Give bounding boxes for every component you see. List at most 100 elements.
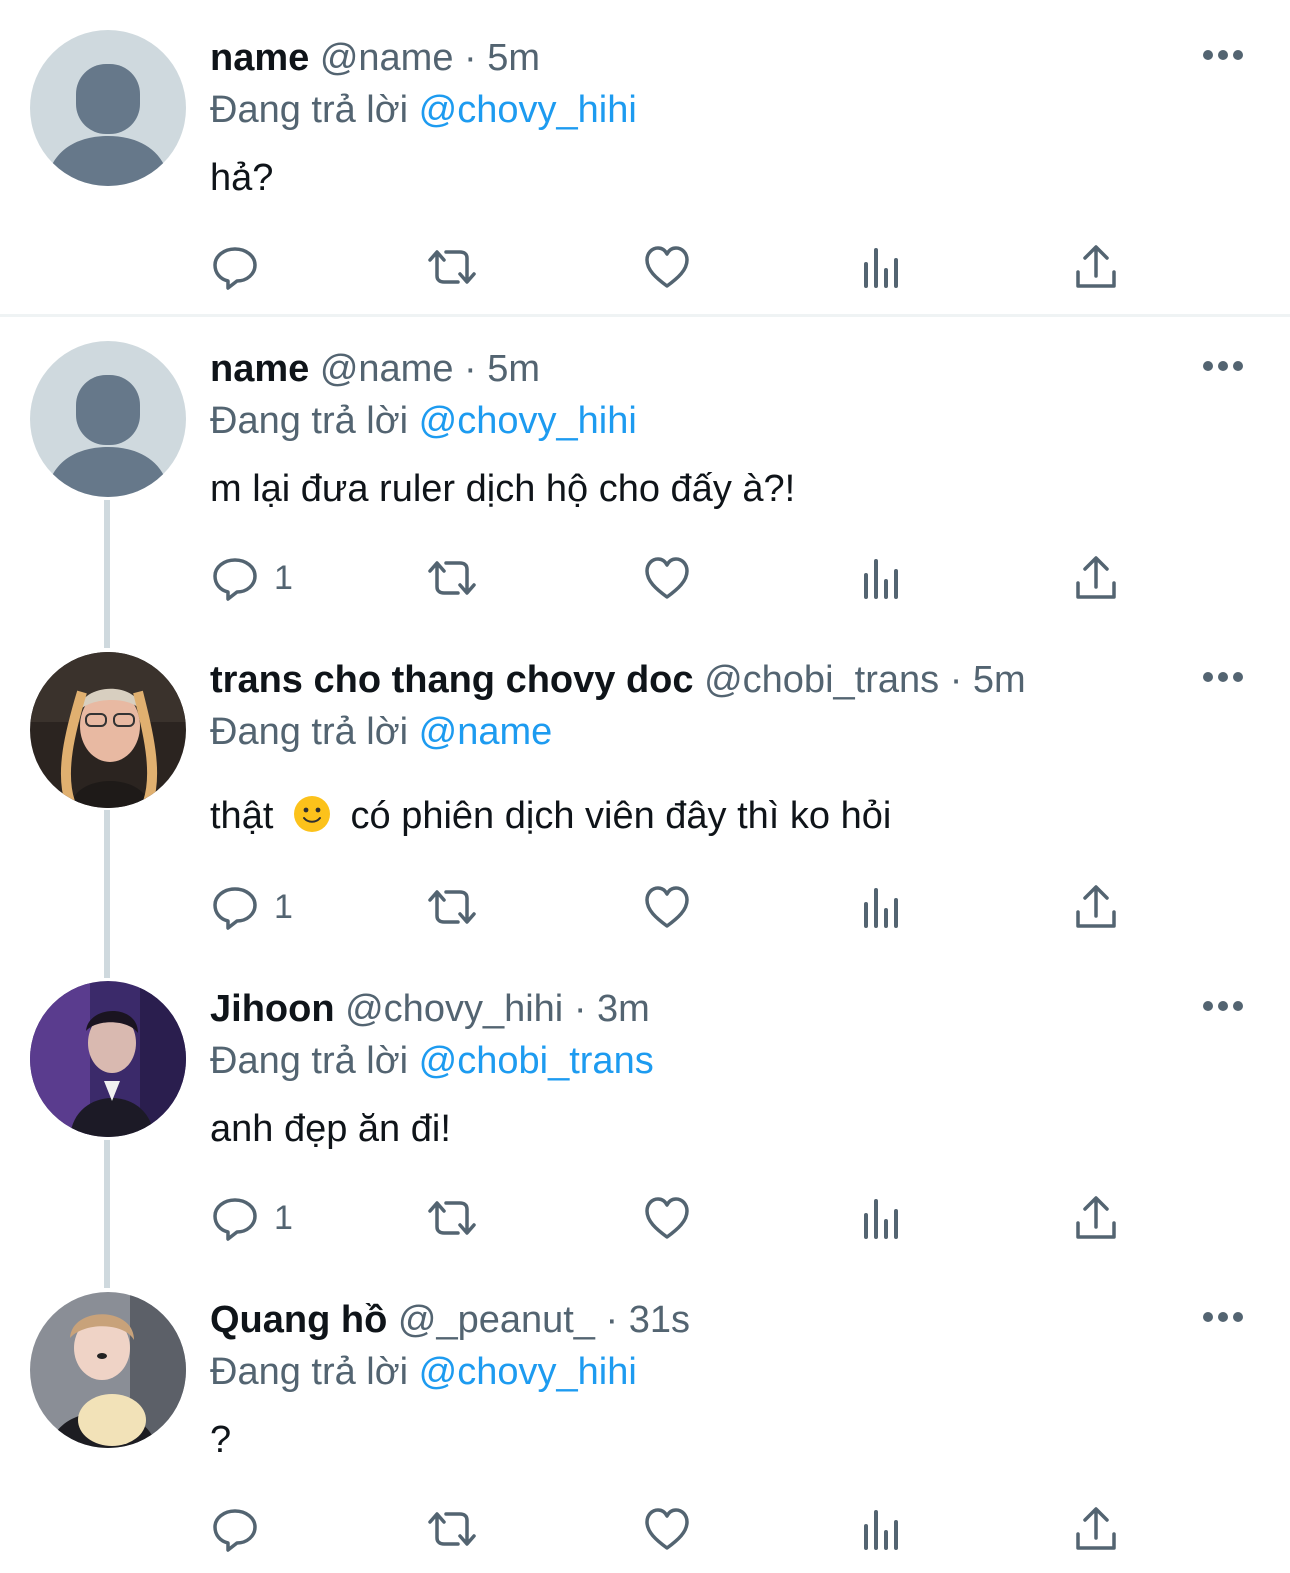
tweet-text: thật có phiên dịch viên đây thì ko hỏi	[210, 792, 891, 840]
like-button[interactable]	[642, 1188, 692, 1248]
views-icon	[864, 1199, 898, 1239]
replying-to: Đang trả lời @chovy_hihi	[210, 1348, 637, 1396]
reply-count: 1	[274, 1198, 293, 1237]
replying-to-label: Đang trả lời	[210, 1040, 409, 1082]
reply-button[interactable]	[210, 237, 274, 297]
user-avatar[interactable]	[30, 981, 186, 1137]
reply-icon	[213, 887, 257, 930]
user-handle[interactable]: @name	[320, 37, 454, 79]
thread-line-4-5	[104, 1140, 110, 1288]
like-button[interactable]	[642, 877, 692, 937]
action-bar	[210, 237, 1150, 297]
retweet-button[interactable]	[424, 548, 480, 608]
reply-icon	[213, 558, 257, 601]
more-options-icon[interactable]	[1200, 351, 1246, 381]
share-button[interactable]	[1074, 548, 1118, 608]
user-handle[interactable]: @chobi_trans	[704, 659, 939, 701]
tweet-header: name @name · 5m	[210, 34, 540, 82]
separator-dot: ·	[464, 37, 477, 79]
display-name[interactable]: name	[210, 348, 309, 390]
timestamp[interactable]: 31s	[629, 1299, 690, 1341]
share-icon	[1076, 1507, 1116, 1550]
like-button[interactable]	[642, 1499, 692, 1559]
action-bar: 1	[210, 877, 1150, 937]
reply-count: 1	[274, 558, 293, 597]
user-avatar[interactable]	[30, 652, 186, 808]
reply-count: 1	[274, 887, 293, 926]
retweet-icon	[428, 1201, 476, 1235]
tweet-text: hả?	[210, 157, 274, 199]
display-name[interactable]: Jihoon	[210, 988, 335, 1030]
display-name[interactable]: name	[210, 37, 309, 79]
thread-line-3-4	[104, 810, 110, 978]
retweet-button[interactable]	[424, 1499, 480, 1559]
more-options-icon[interactable]	[1200, 991, 1246, 1021]
action-bar	[210, 1499, 1150, 1559]
replying-to: Đang trả lời @name	[210, 708, 552, 756]
reply-icon	[213, 247, 257, 290]
mention-link[interactable]: @chovy_hihi	[419, 400, 637, 442]
replying-to: Đang trả lời @chovy_hihi	[210, 397, 637, 445]
tweet-header: name @name · 5m	[210, 345, 540, 393]
tweet-text-part: thật	[210, 795, 274, 837]
timestamp[interactable]: 3m	[597, 988, 650, 1030]
timestamp[interactable]: 5m	[487, 37, 540, 79]
more-options-icon[interactable]	[1200, 40, 1246, 70]
views-button[interactable]	[860, 877, 904, 937]
user-handle[interactable]: @_peanut_	[398, 1299, 595, 1341]
views-icon	[864, 559, 898, 599]
retweet-button[interactable]	[424, 1188, 480, 1248]
mention-link[interactable]: @chovy_hihi	[419, 89, 637, 131]
share-button[interactable]	[1074, 1499, 1118, 1559]
timestamp[interactable]: 5m	[973, 659, 1026, 701]
share-button[interactable]	[1074, 877, 1118, 937]
tweet-text: ?	[210, 1419, 232, 1461]
views-icon	[864, 248, 898, 288]
views-button[interactable]	[860, 1499, 904, 1559]
display-name[interactable]: Quang hồ	[210, 1299, 387, 1341]
action-bar: 1	[210, 1188, 1150, 1248]
like-icon	[645, 886, 689, 928]
reply-icon	[213, 1509, 257, 1552]
reply-button[interactable]: 1	[210, 548, 293, 608]
replying-to: Đang trả lời @chovy_hihi	[210, 86, 637, 134]
tweet-divider	[0, 314, 1290, 317]
reply-button[interactable]: 1	[210, 1188, 293, 1248]
like-icon	[645, 1508, 689, 1550]
mention-link[interactable]: @chovy_hihi	[419, 1351, 637, 1393]
share-button[interactable]	[1074, 237, 1118, 297]
like-button[interactable]	[642, 548, 692, 608]
share-button[interactable]	[1074, 1188, 1118, 1248]
more-options-icon[interactable]	[1200, 662, 1246, 692]
retweet-button[interactable]	[424, 237, 480, 297]
display-name[interactable]: trans cho thang chovy doc	[210, 659, 694, 701]
more-options-icon[interactable]	[1200, 1302, 1246, 1332]
views-button[interactable]	[860, 1188, 904, 1248]
share-icon	[1076, 556, 1116, 599]
user-handle[interactable]: @name	[320, 348, 454, 390]
retweet-icon	[428, 1512, 476, 1546]
like-icon	[645, 557, 689, 599]
share-icon	[1076, 245, 1116, 288]
default-avatar[interactable]	[30, 341, 186, 497]
retweet-icon	[428, 561, 476, 595]
default-avatar[interactable]	[30, 30, 186, 186]
retweet-button[interactable]	[424, 877, 480, 937]
mention-link[interactable]: @name	[419, 711, 553, 753]
timestamp[interactable]: 5m	[487, 348, 540, 390]
replying-to-label: Đang trả lời	[210, 1351, 409, 1393]
views-button[interactable]	[860, 548, 904, 608]
views-button[interactable]	[860, 237, 904, 297]
replying-to-label: Đang trả lời	[210, 400, 409, 442]
like-icon	[645, 1197, 689, 1239]
user-avatar[interactable]	[30, 1292, 186, 1448]
separator-dot: ·	[573, 988, 587, 1030]
separator-dot: ·	[949, 659, 963, 701]
like-button[interactable]	[642, 237, 692, 297]
user-handle[interactable]: @chovy_hihi	[345, 988, 563, 1030]
reply-button[interactable]	[210, 1499, 274, 1559]
mention-link[interactable]: @chobi_trans	[419, 1040, 654, 1082]
reply-button[interactable]: 1	[210, 877, 293, 937]
retweet-icon	[428, 250, 476, 284]
views-icon	[864, 888, 898, 928]
